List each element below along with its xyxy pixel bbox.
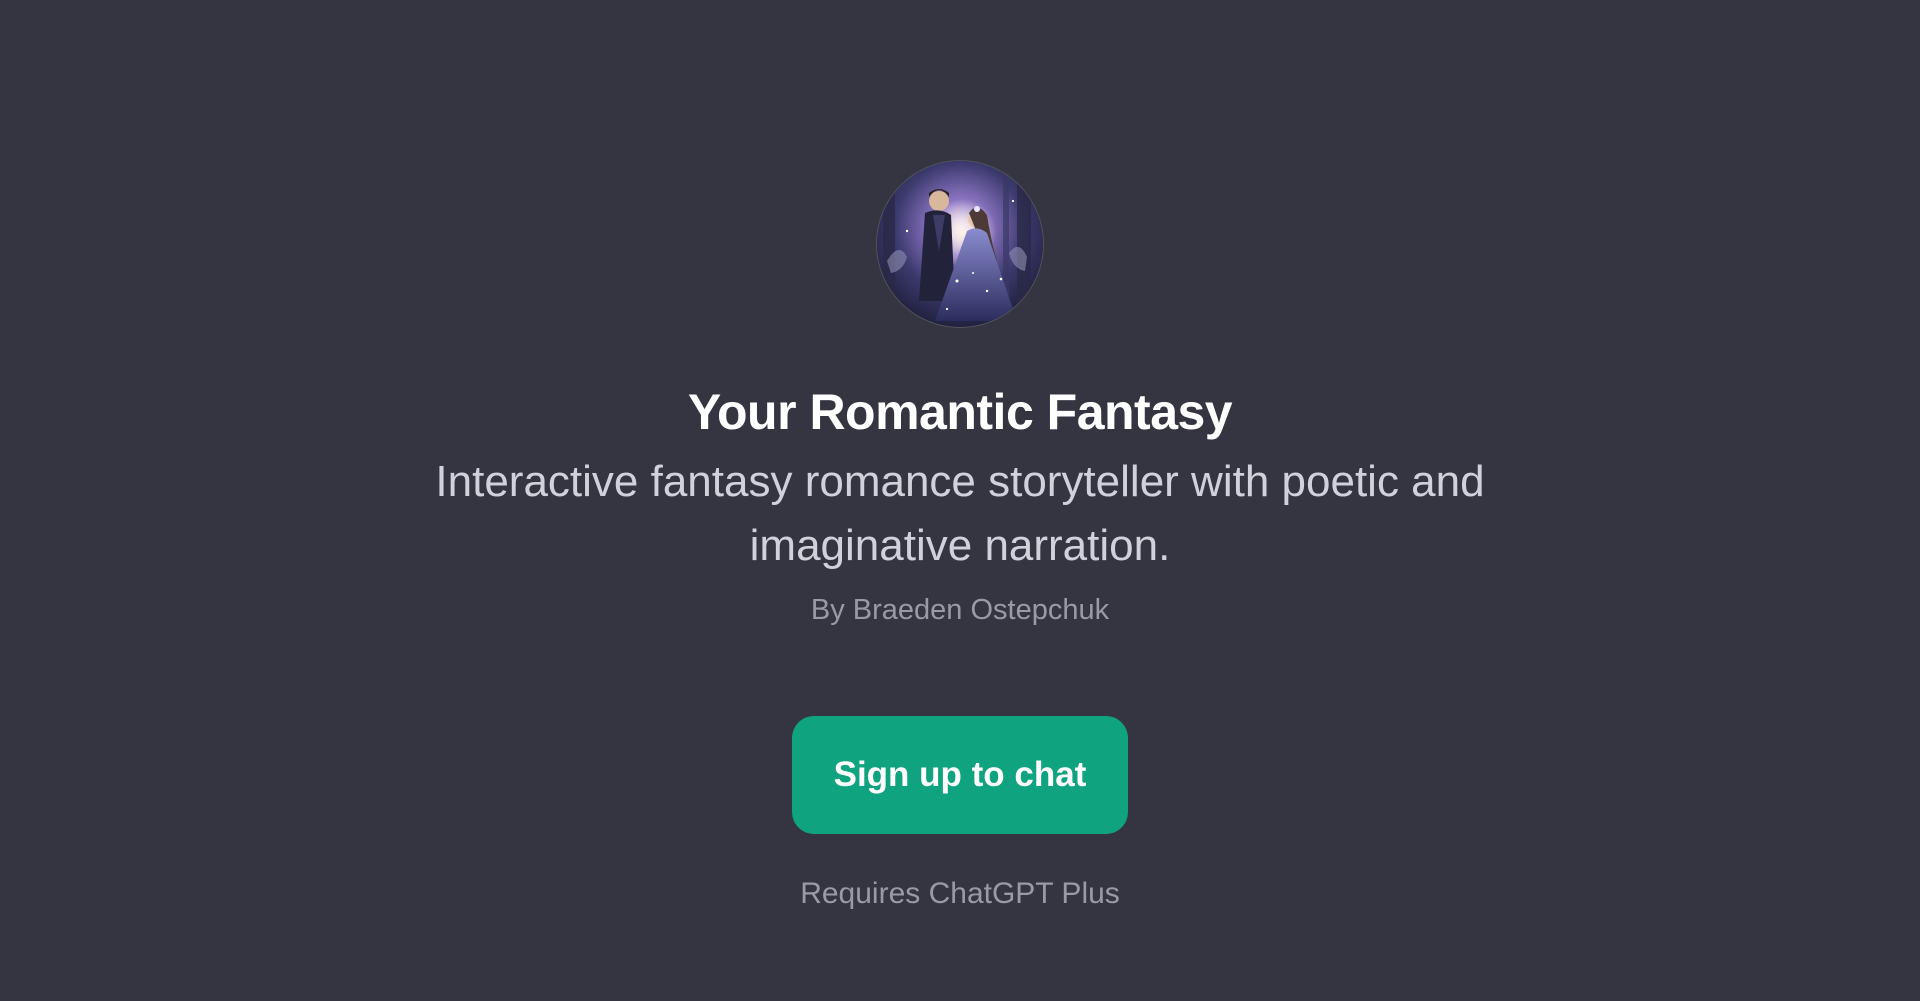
sign-up-to-chat-button[interactable]: Sign up to chat	[792, 716, 1128, 834]
romantic-couple-icon	[877, 161, 1043, 327]
gpt-avatar	[877, 161, 1043, 327]
gpt-title: Your Romantic Fantasy	[687, 384, 1233, 440]
gpt-landing-page: Your Romantic Fantasy Interactive fantas…	[0, 0, 1920, 1001]
requires-plus-note: Requires ChatGPT Plus	[800, 877, 1120, 910]
gpt-description: Interactive fantasy romance storyteller …	[435, 457, 1485, 570]
gpt-author: By Braeden Ostepchuk	[810, 594, 1110, 626]
